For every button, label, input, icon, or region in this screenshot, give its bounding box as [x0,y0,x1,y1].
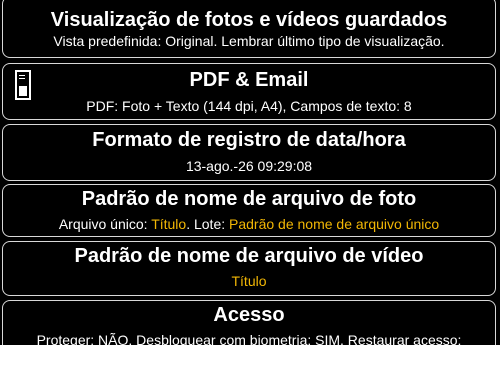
subtitle-text: PDF: Foto + Texto (144 dpi, A4), Campos … [86,98,412,114]
setting-saved-media-view[interactable]: Visualização de fotos e vídeos guardados… [2,0,496,58]
setting-subtitle: Vista predefinida: Original. Lembrar últ… [3,32,495,50]
setting-video-filename-pattern[interactable]: Padrão de nome de arquivo de vídeo Títul… [2,241,496,296]
subtitle-text: Arquivo único: [58,216,152,232]
subtitle-text: 13-ago.-26 09:29:08 [185,158,313,174]
setting-title: Padrão de nome de arquivo de foto [81,188,417,210]
setting-subtitle: Arquivo único: Título. Lote: Padrão de n… [3,215,495,233]
setting-subtitle: PDF: Foto + Texto (144 dpi, A4), Campos … [3,97,495,115]
setting-timestamp-format[interactable]: Formato de registro de data/hora 13-ago.… [2,124,496,181]
setting-title: Padrão de nome de arquivo de vídeo [74,245,424,267]
setting-subtitle: Proteger: NÃO. Desbloquear com biometria… [3,331,495,345]
setting-subtitle: 13-ago.-26 09:29:08 [3,157,495,175]
setting-title: Visualização de fotos e vídeos guardados [50,9,448,31]
setting-access[interactable]: Acesso Proteger: NÃO. Desbloquear com bi… [2,300,496,345]
subtitle-text: Vista predefinida: Original. Lembrar últ… [53,33,445,49]
subtitle-highlight: Título [231,273,267,289]
setting-title: PDF & Email [189,69,309,91]
setting-title: Acesso [213,304,285,326]
subtitle-text: . Lote: [186,216,230,232]
setting-pdf-email[interactable]: PDF & Email PDF: Foto + Texto (144 dpi, … [2,63,496,120]
pdf-document-icon [15,70,31,100]
subtitle-highlight: Título [151,216,187,232]
settings-list: Visualização de fotos e vídeos guardados… [0,0,500,345]
subtitle-text: Proteger: NÃO. Desbloquear com biometria… [36,332,462,345]
setting-photo-filename-pattern[interactable]: Padrão de nome de arquivo de foto Arquiv… [2,184,496,237]
setting-subtitle: Título [3,272,495,290]
subtitle-highlight: Padrão de nome de arquivo único [229,216,440,232]
setting-title: Formato de registro de data/hora [92,129,406,151]
